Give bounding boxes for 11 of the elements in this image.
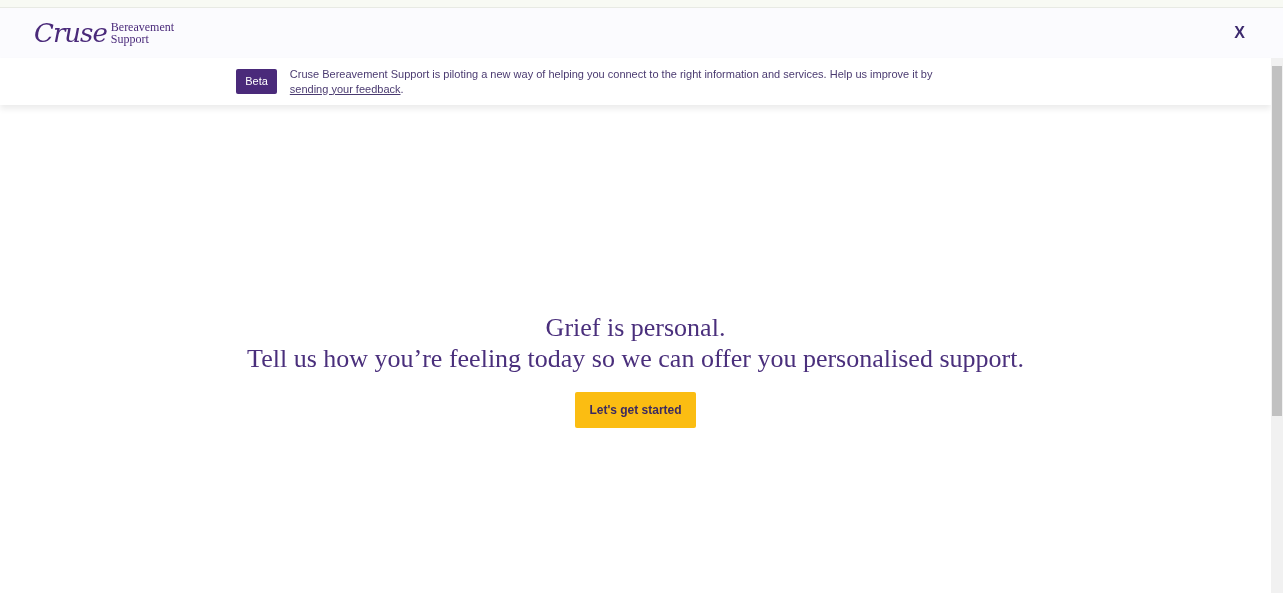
beta-notice: Cruse Bereavement Support is piloting a new way of helping you connect to the right information and services. Help us improve it by sending your feedback. — [289, 66, 934, 97]
scrollbar[interactable] — [1271, 58, 1283, 593]
subheadline: Tell us how you’re feeling today so we can offer you personalised support. — [247, 343, 1024, 374]
get-started-button[interactable]: Let's get started — [575, 392, 696, 428]
logo-subtitle: Support — [110, 33, 150, 45]
beta-badge: Beta — [236, 69, 277, 94]
headline: Grief is personal. — [545, 312, 726, 343]
logo-subtitle: Bereavement — [110, 21, 175, 33]
feedback-link[interactable]: sending your feedback — [289, 82, 401, 95]
close-button[interactable]: X — [1234, 21, 1245, 45]
logo-wordmark: Cruse — [34, 20, 107, 46]
